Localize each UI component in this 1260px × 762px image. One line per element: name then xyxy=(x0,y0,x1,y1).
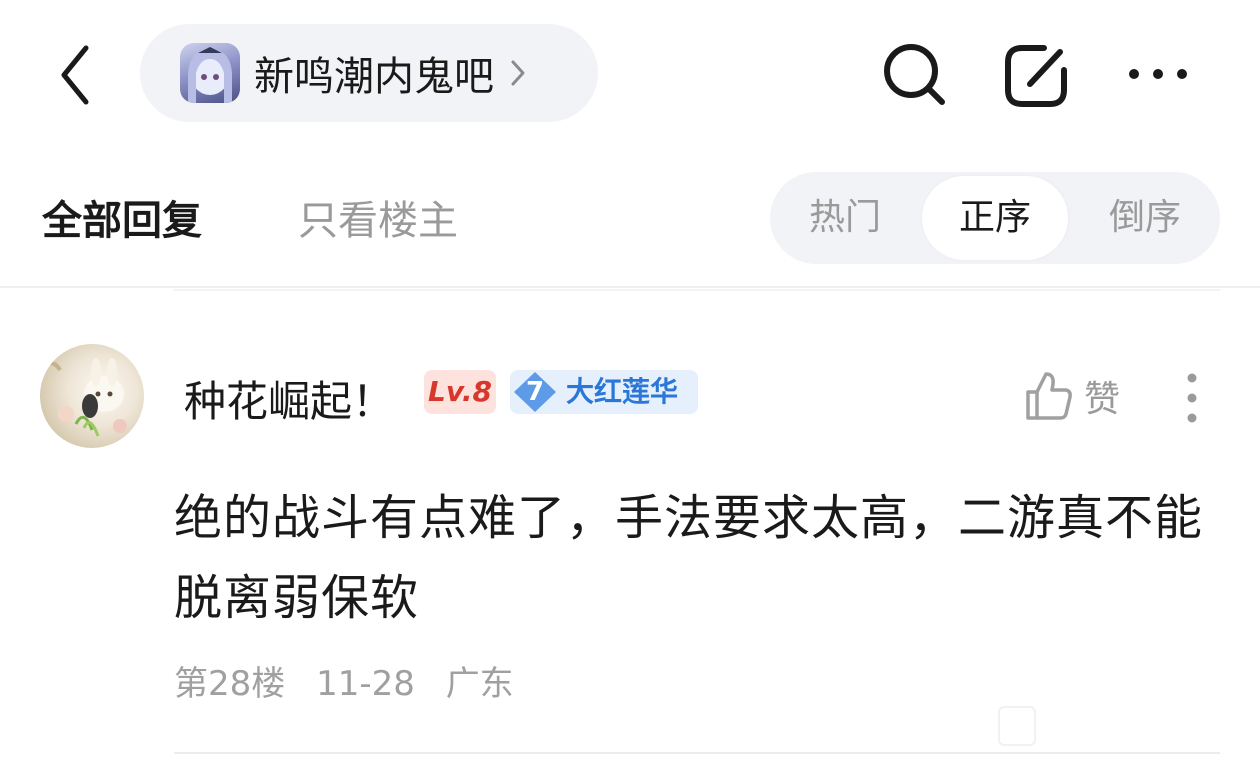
more-vertical-icon xyxy=(1187,373,1197,423)
post-date: 11-28 xyxy=(316,664,415,704)
post-location: 广东 xyxy=(445,664,514,704)
tab-all-replies[interactable]: 全部回复 xyxy=(42,188,202,246)
sort-descending[interactable]: 倒序 xyxy=(1070,172,1220,264)
post-more-button[interactable] xyxy=(1178,372,1206,424)
diamond-icon: 7 xyxy=(512,370,558,414)
user-avatar[interactable] xyxy=(40,344,144,448)
post-meta: 第28楼 11-28 广东 xyxy=(174,656,534,705)
chevron-right-icon xyxy=(511,60,525,86)
divider xyxy=(174,752,1220,754)
back-button[interactable] xyxy=(50,40,106,110)
sort-segmented-control: 热门 正序 倒序 xyxy=(770,172,1220,264)
sort-ascending[interactable]: 正序 xyxy=(922,176,1068,260)
title-badge: 7 大红莲华 xyxy=(510,370,698,414)
forum-avatar xyxy=(180,43,240,103)
post-content: 绝的战斗有点难了，手法要求太高，二游真不能脱离弱保软 xyxy=(174,490,1204,626)
thumbs-up-icon xyxy=(1026,372,1072,420)
share-button[interactable] xyxy=(1000,40,1072,112)
forum-entry[interactable]: 新鸣潮内鬼吧 xyxy=(140,24,598,122)
divider xyxy=(0,286,1260,288)
more-options-button[interactable] xyxy=(1126,58,1190,90)
more-horizontal-icon xyxy=(1129,69,1187,79)
watermark-icon xyxy=(998,706,1036,746)
search-button[interactable] xyxy=(880,40,950,110)
title-level: 7 xyxy=(525,377,545,407)
level-badge: Lv.8 xyxy=(424,370,496,414)
back-arrow-icon xyxy=(61,45,89,105)
like-label: 赞 xyxy=(1084,379,1121,420)
floor-number: 第28楼 xyxy=(174,664,286,704)
tab-only-op[interactable]: 只看楼主 xyxy=(298,188,458,246)
forum-name: 新鸣潮内鬼吧 xyxy=(254,54,494,100)
username[interactable]: 种花崛起！ xyxy=(184,368,394,429)
title-name: 大红莲华 xyxy=(566,375,679,408)
search-icon xyxy=(884,44,945,105)
like-button[interactable]: 赞 xyxy=(1024,368,1120,424)
sort-hot[interactable]: 热门 xyxy=(770,172,920,264)
share-icon xyxy=(1005,45,1067,107)
divider xyxy=(174,289,1220,291)
